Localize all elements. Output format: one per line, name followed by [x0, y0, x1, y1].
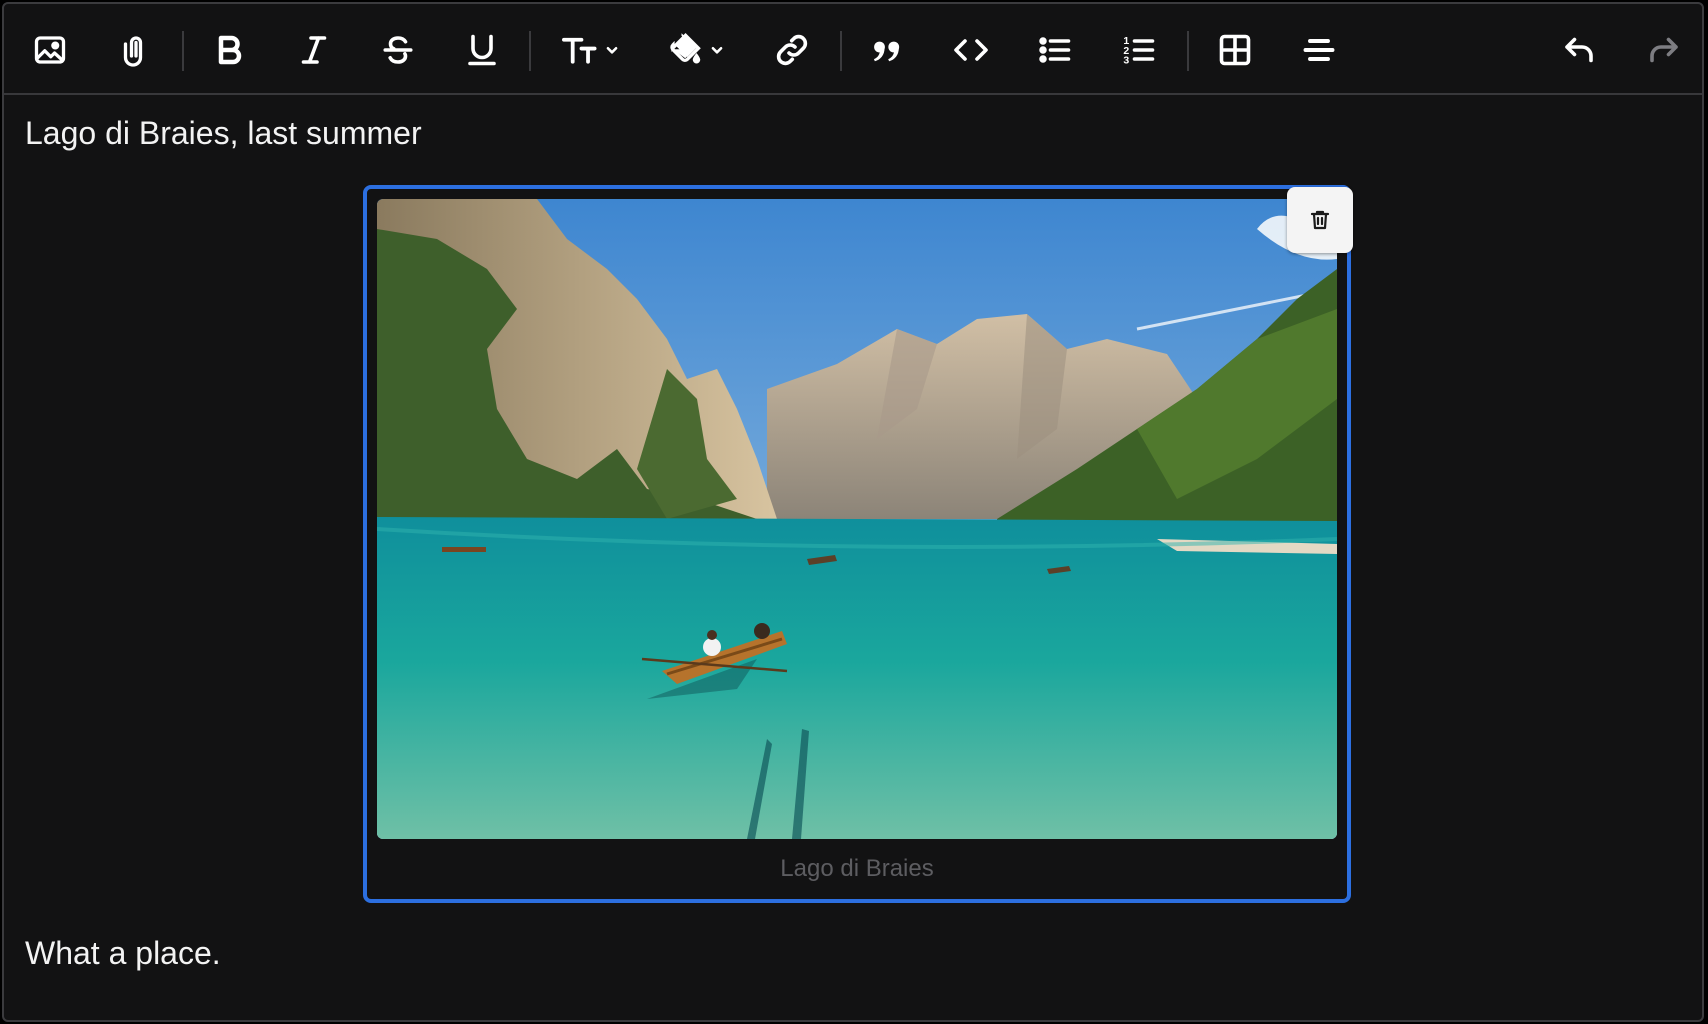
strikethrough-button[interactable] [372, 24, 424, 76]
selected-image-block[interactable]: Lago di Braies [363, 185, 1351, 903]
image-caption[interactable]: Lago di Braies [367, 853, 1347, 885]
redo-button[interactable] [1638, 24, 1690, 76]
underline-icon [468, 34, 496, 66]
strikethrough-icon [383, 36, 413, 64]
paint-bucket-icon [670, 32, 701, 64]
bullet-list-button[interactable] [1029, 24, 1081, 76]
insert-image-button[interactable] [24, 24, 76, 76]
align-center-button[interactable] [1293, 24, 1345, 76]
italic-button[interactable] [288, 24, 340, 76]
link-icon [776, 34, 808, 66]
rich-text-editor: 1 2 3 Lago di Braies, last summer Lago d… [2, 2, 1704, 1022]
paragraph-title[interactable]: Lago di Braies, last summer [25, 113, 422, 153]
delete-image-button[interactable] [1287, 187, 1353, 253]
code-button[interactable] [945, 24, 997, 76]
attach-file-button[interactable] [110, 24, 162, 76]
trash-icon [1310, 210, 1330, 230]
paragraph-last[interactable]: What a place. [25, 933, 221, 973]
redo-icon [1650, 37, 1678, 63]
chevron-down-icon [711, 46, 723, 54]
table-icon [1219, 34, 1251, 66]
undo-icon [1565, 37, 1593, 63]
bullet-list-icon [1039, 37, 1071, 63]
italic-icon [301, 36, 327, 64]
bold-icon [218, 35, 242, 65]
fill-color-button[interactable] [658, 24, 734, 76]
numbered-list-icon: 1 2 3 [1123, 35, 1155, 67]
chevron-down-icon [606, 46, 618, 54]
align-center-icon [1303, 39, 1335, 61]
link-button[interactable] [766, 24, 818, 76]
editor-toolbar: 1 2 3 [4, 4, 1702, 95]
lake-photo[interactable] [377, 199, 1337, 839]
code-icon [954, 39, 988, 61]
quote-icon [873, 41, 900, 62]
table-button[interactable] [1209, 24, 1261, 76]
bold-button[interactable] [204, 24, 256, 76]
underline-button[interactable] [456, 24, 508, 76]
toolbar-separator [1187, 31, 1189, 71]
image-icon [34, 36, 66, 64]
text-size-icon [562, 37, 597, 64]
numbered-list-glyph: 3 [1123, 55, 1129, 67]
paperclip-icon [123, 36, 143, 67]
blockquote-button[interactable] [861, 24, 913, 76]
numbered-list-button[interactable]: 1 2 3 [1113, 24, 1165, 76]
text-size-button[interactable] [552, 24, 628, 76]
toolbar-separator [529, 31, 531, 71]
toolbar-separator [840, 31, 842, 71]
editor-content[interactable]: Lago di Braies, last summer Lago di Brai… [4, 97, 1702, 1020]
undo-button[interactable] [1553, 24, 1605, 76]
toolbar-separator [182, 31, 184, 71]
